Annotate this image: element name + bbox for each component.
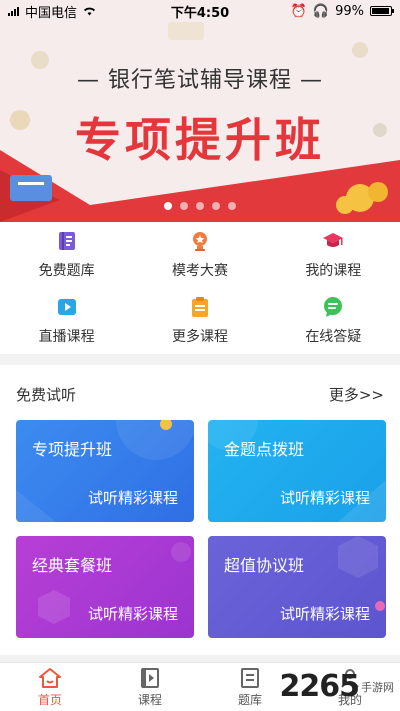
home-icon: [39, 667, 61, 688]
feature-menu: 免费题库 模考大赛 我的课程 直播课程 更多课程 在线答疑: [0, 222, 400, 354]
carousel-dot[interactable]: [164, 202, 172, 210]
tab-home[interactable]: 首页: [0, 663, 100, 711]
banner-title: 专项提升班: [75, 113, 325, 167]
battery-percent: 99%: [335, 3, 364, 19]
watermark-number: 2265: [279, 669, 360, 704]
more-link[interactable]: 更多>>: [329, 384, 384, 405]
carousel-dots: [0, 202, 400, 210]
live-play-icon: [57, 299, 76, 315]
menu-label: 在线答疑: [305, 329, 362, 345]
chat-icon: [324, 297, 343, 317]
trophy-icon: [192, 232, 207, 251]
card-title: 经典套餐班: [32, 556, 113, 575]
course-card-special-upgrade[interactable]: 专项提升班 试听精彩课程: [16, 420, 194, 522]
card-title: 专项提升班: [32, 440, 113, 459]
free-trial-section: 免费试听 更多>> 专项提升班 试听精彩课程 金题点拨班 试听精彩课程 经典套餐…: [0, 365, 400, 655]
card-subtitle: 试听精彩课程: [87, 605, 178, 623]
tab-label: 题库: [237, 692, 262, 707]
banner-carousel[interactable]: — 银行笔试辅导课程 — 专项提升班: [0, 0, 400, 222]
alarm-icon: ⏰: [290, 3, 307, 19]
menu-label: 更多课程: [171, 329, 228, 345]
menu-item-more-courses[interactable]: 更多课程: [133, 288, 266, 354]
carousel-dot[interactable]: [228, 202, 236, 210]
carousel-dot[interactable]: [180, 202, 188, 210]
question-bank-icon: [58, 232, 75, 250]
question-bank-icon: [241, 667, 259, 688]
carousel-dot[interactable]: [212, 202, 220, 210]
tab-courses[interactable]: 课程: [100, 663, 200, 711]
menu-item-free-question-bank[interactable]: 免费题库: [0, 222, 133, 288]
tab-label: 课程: [137, 692, 162, 707]
card-subtitle: 试听精彩课程: [87, 489, 178, 507]
status-bar: 中国电信 下午4:50 ⏰ 🎧 99%: [0, 0, 400, 22]
tab-label: 首页: [37, 692, 62, 707]
course-card-classic-package[interactable]: 经典套餐班 试听精彩课程: [16, 536, 194, 638]
status-time: 下午4:50: [170, 5, 230, 21]
wifi-icon: [84, 7, 96, 16]
course-card-gold-tips[interactable]: 金题点拨班 试听精彩课程: [208, 420, 386, 522]
graduation-cap-icon: [323, 233, 344, 247]
watermark-text: 手游网: [361, 680, 394, 694]
battery-icon: [370, 6, 394, 16]
carrier-label: 中国电信: [25, 5, 78, 21]
card-subtitle: 试听精彩课程: [279, 605, 370, 623]
menu-item-my-courses[interactable]: 我的课程: [267, 222, 400, 288]
menu-label: 我的课程: [305, 263, 362, 279]
course-card-value-agreement[interactable]: 超值协议班 试听精彩课程: [208, 536, 386, 638]
clipboard-icon: [191, 297, 208, 317]
menu-item-online-qa[interactable]: 在线答疑: [267, 288, 400, 354]
menu-label: 模考大赛: [171, 263, 228, 279]
menu-item-live-courses[interactable]: 直播课程: [0, 288, 133, 354]
headphone-icon: 🎧: [312, 3, 330, 19]
card-title: 超值协议班: [224, 556, 305, 575]
signal-icon: [8, 6, 19, 16]
banner-subtitle: — 银行笔试辅导课程 —: [77, 68, 323, 93]
menu-label: 免费题库: [38, 263, 95, 279]
menu-label: 直播课程: [38, 329, 95, 345]
card-title: 金题点拨班: [224, 440, 305, 459]
course-play-icon: [141, 667, 159, 688]
carousel-dot[interactable]: [196, 202, 204, 210]
menu-item-mock-contest[interactable]: 模考大赛: [133, 222, 266, 288]
site-watermark: 2265 手游网: [280, 662, 395, 711]
card-subtitle: 试听精彩课程: [279, 489, 370, 507]
section-title: 免费试听: [16, 385, 77, 404]
